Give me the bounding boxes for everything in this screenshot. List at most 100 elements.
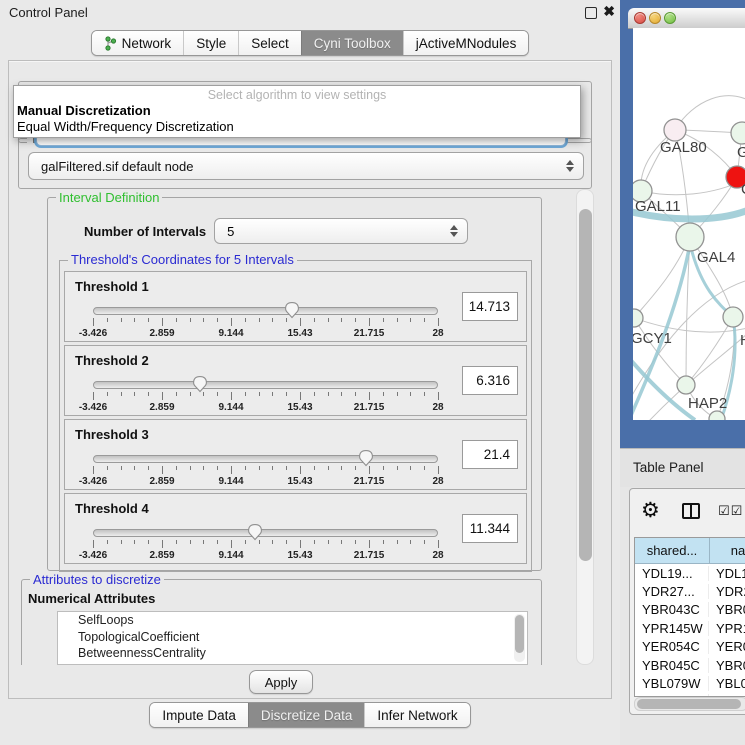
column-header-shared[interactable]: shared... [635,538,710,563]
tab-infer-network[interactable]: Infer Network [364,703,469,727]
tick-mark [341,392,342,396]
slider-track[interactable] [93,455,438,463]
slider-handle[interactable] [192,375,208,393]
tab-network[interactable]: Network [92,31,184,55]
table-row[interactable]: YBR045CYBR0... [635,656,745,674]
checkbox-icons[interactable]: ☑☑ [718,504,743,519]
table-cell[interactable]: YBR0... [709,658,745,673]
threshold-slider[interactable]: -3.4262.8599.14415.4321.71528 [93,378,438,408]
tick-mark [190,466,191,470]
threshold-value-field[interactable]: 14.713 [462,292,518,321]
network-node[interactable] [633,309,643,327]
zoom-traffic-light[interactable] [664,12,676,24]
table-row[interactable]: YBL079WYBL0... [635,674,745,692]
attribute-item-betweennesscentrality[interactable]: BetweennessCentrality [58,645,527,662]
network-node[interactable] [677,376,695,394]
table-cell[interactable]: YBR0... [709,602,745,617]
top-tab-row: NetworkStyleSelectCyni ToolboxjActiveMNo… [0,30,620,56]
table-cell[interactable]: YBL0... [709,676,745,691]
tick-mark [134,392,135,396]
table-cell[interactable]: YPR145W [635,621,709,636]
apply-button[interactable]: Apply [249,670,313,694]
columns-icon[interactable] [682,503,700,519]
tab-jactivemnodules[interactable]: jActiveMNodules [403,31,529,55]
attribute-item-selfloops[interactable]: SelfLoops [58,612,527,629]
tick-mark [410,318,411,322]
network-window-titlebar[interactable] [628,8,745,29]
slider-track[interactable] [93,381,438,389]
table-cell[interactable]: YDL19... [635,566,709,581]
tick-mark [272,318,273,322]
tick-mark [107,540,108,544]
algorithm-option-placeholder[interactable]: Select algorithm to view settings [14,88,580,103]
column-header-name[interactable]: name [710,538,745,563]
table-cell[interactable]: YBR043C [635,602,709,617]
threshold-slider[interactable]: -3.4262.8599.14415.4321.71528 [93,304,438,334]
table-row[interactable]: YDR27...YDR2... [635,582,745,600]
network-node[interactable] [664,119,686,141]
table-row[interactable]: YBR043CYBR0... [635,601,745,619]
network-node[interactable] [723,307,743,327]
tick-mark [245,540,246,544]
tick-label: 2.859 [149,476,174,487]
tab-select[interactable]: Select [238,31,301,55]
tick-mark [121,318,122,322]
settings-vertical-scrollbar[interactable] [576,189,594,665]
table-horizontal-scrollbar[interactable] [634,697,745,711]
tick-mark [245,392,246,396]
slider-track[interactable] [93,307,438,315]
network-view-window: GAL80GACGAL11GAL4GCY1HHAP2 [620,0,745,448]
number-of-intervals-combo[interactable]: 5 [214,218,468,244]
threshold-value-field[interactable]: 11.344 [462,514,518,543]
threshold-slider[interactable]: -3.4262.8599.14415.4321.71528 [93,452,438,482]
table-cell[interactable]: YER054C [635,639,709,654]
tab-impute-data[interactable]: Impute Data [150,703,248,727]
table-row[interactable]: YPR145WYPR1... [635,619,745,637]
tick-label: 15.43 [287,402,312,413]
float-window-icon[interactable] [585,7,597,19]
close-icon[interactable]: ✖ [603,3,615,20]
network-node-label: GAL80 [660,139,707,156]
tick-mark [355,540,356,544]
tab-style[interactable]: Style [183,31,238,55]
attributes-list-scrollbar[interactable] [514,614,525,662]
tick-mark [438,392,439,400]
slider-handle[interactable] [247,523,263,541]
tick-mark [231,466,232,474]
table-data-combo[interactable]: galFiltered.sif default node [28,152,584,180]
table-cell[interactable]: YPR1... [709,621,745,636]
gear-icon[interactable]: ⚙ [641,498,660,522]
tick-mark [272,392,273,396]
slider-track[interactable] [93,529,438,537]
algorithm-option-equal-width-frequency-discretization[interactable]: Equal Width/Frequency Discretization [14,119,580,135]
attribute-item-topologicalcoefficient[interactable]: TopologicalCoefficient [58,629,527,646]
algorithm-option-manual-discretization[interactable]: Manual Discretization [14,103,580,119]
close-traffic-light[interactable] [634,12,646,24]
threshold-value-field[interactable]: 21.4 [462,440,518,469]
table-cell[interactable]: YDR2... [709,584,745,599]
tick-mark [341,318,342,322]
tick-label: 28 [432,328,443,339]
threshold-slider[interactable]: -3.4262.8599.14415.4321.71528 [93,526,438,556]
table-cell[interactable]: YDR27... [635,584,709,599]
table-cell[interactable]: YBL079W [635,676,709,691]
minimize-traffic-light[interactable] [649,12,661,24]
tick-mark [162,540,163,548]
table-cell[interactable]: YDL1... [709,566,745,581]
network-canvas[interactable]: GAL80GACGAL11GAL4GCY1HHAP2 [633,28,745,420]
table-row[interactable]: YDL19...YDL1... [635,564,745,582]
tab-discretize-data[interactable]: Discretize Data [248,703,365,727]
tick-mark [314,318,315,322]
tick-mark [272,466,273,470]
network-node[interactable] [676,223,704,251]
table-cell[interactable]: YBR045C [635,658,709,673]
table-cell[interactable]: YER0... [709,639,745,654]
table-data-combo-value: galFiltered.sif default node [29,159,193,174]
slider-handle[interactable] [358,449,374,467]
table-row[interactable]: YER054CYER0... [635,638,745,656]
tick-mark [134,318,135,322]
tab-cyni-toolbox[interactable]: Cyni Toolbox [301,31,403,55]
network-node[interactable] [731,122,745,144]
slider-handle[interactable] [284,301,300,319]
threshold-value-field[interactable]: 6.316 [462,366,518,395]
